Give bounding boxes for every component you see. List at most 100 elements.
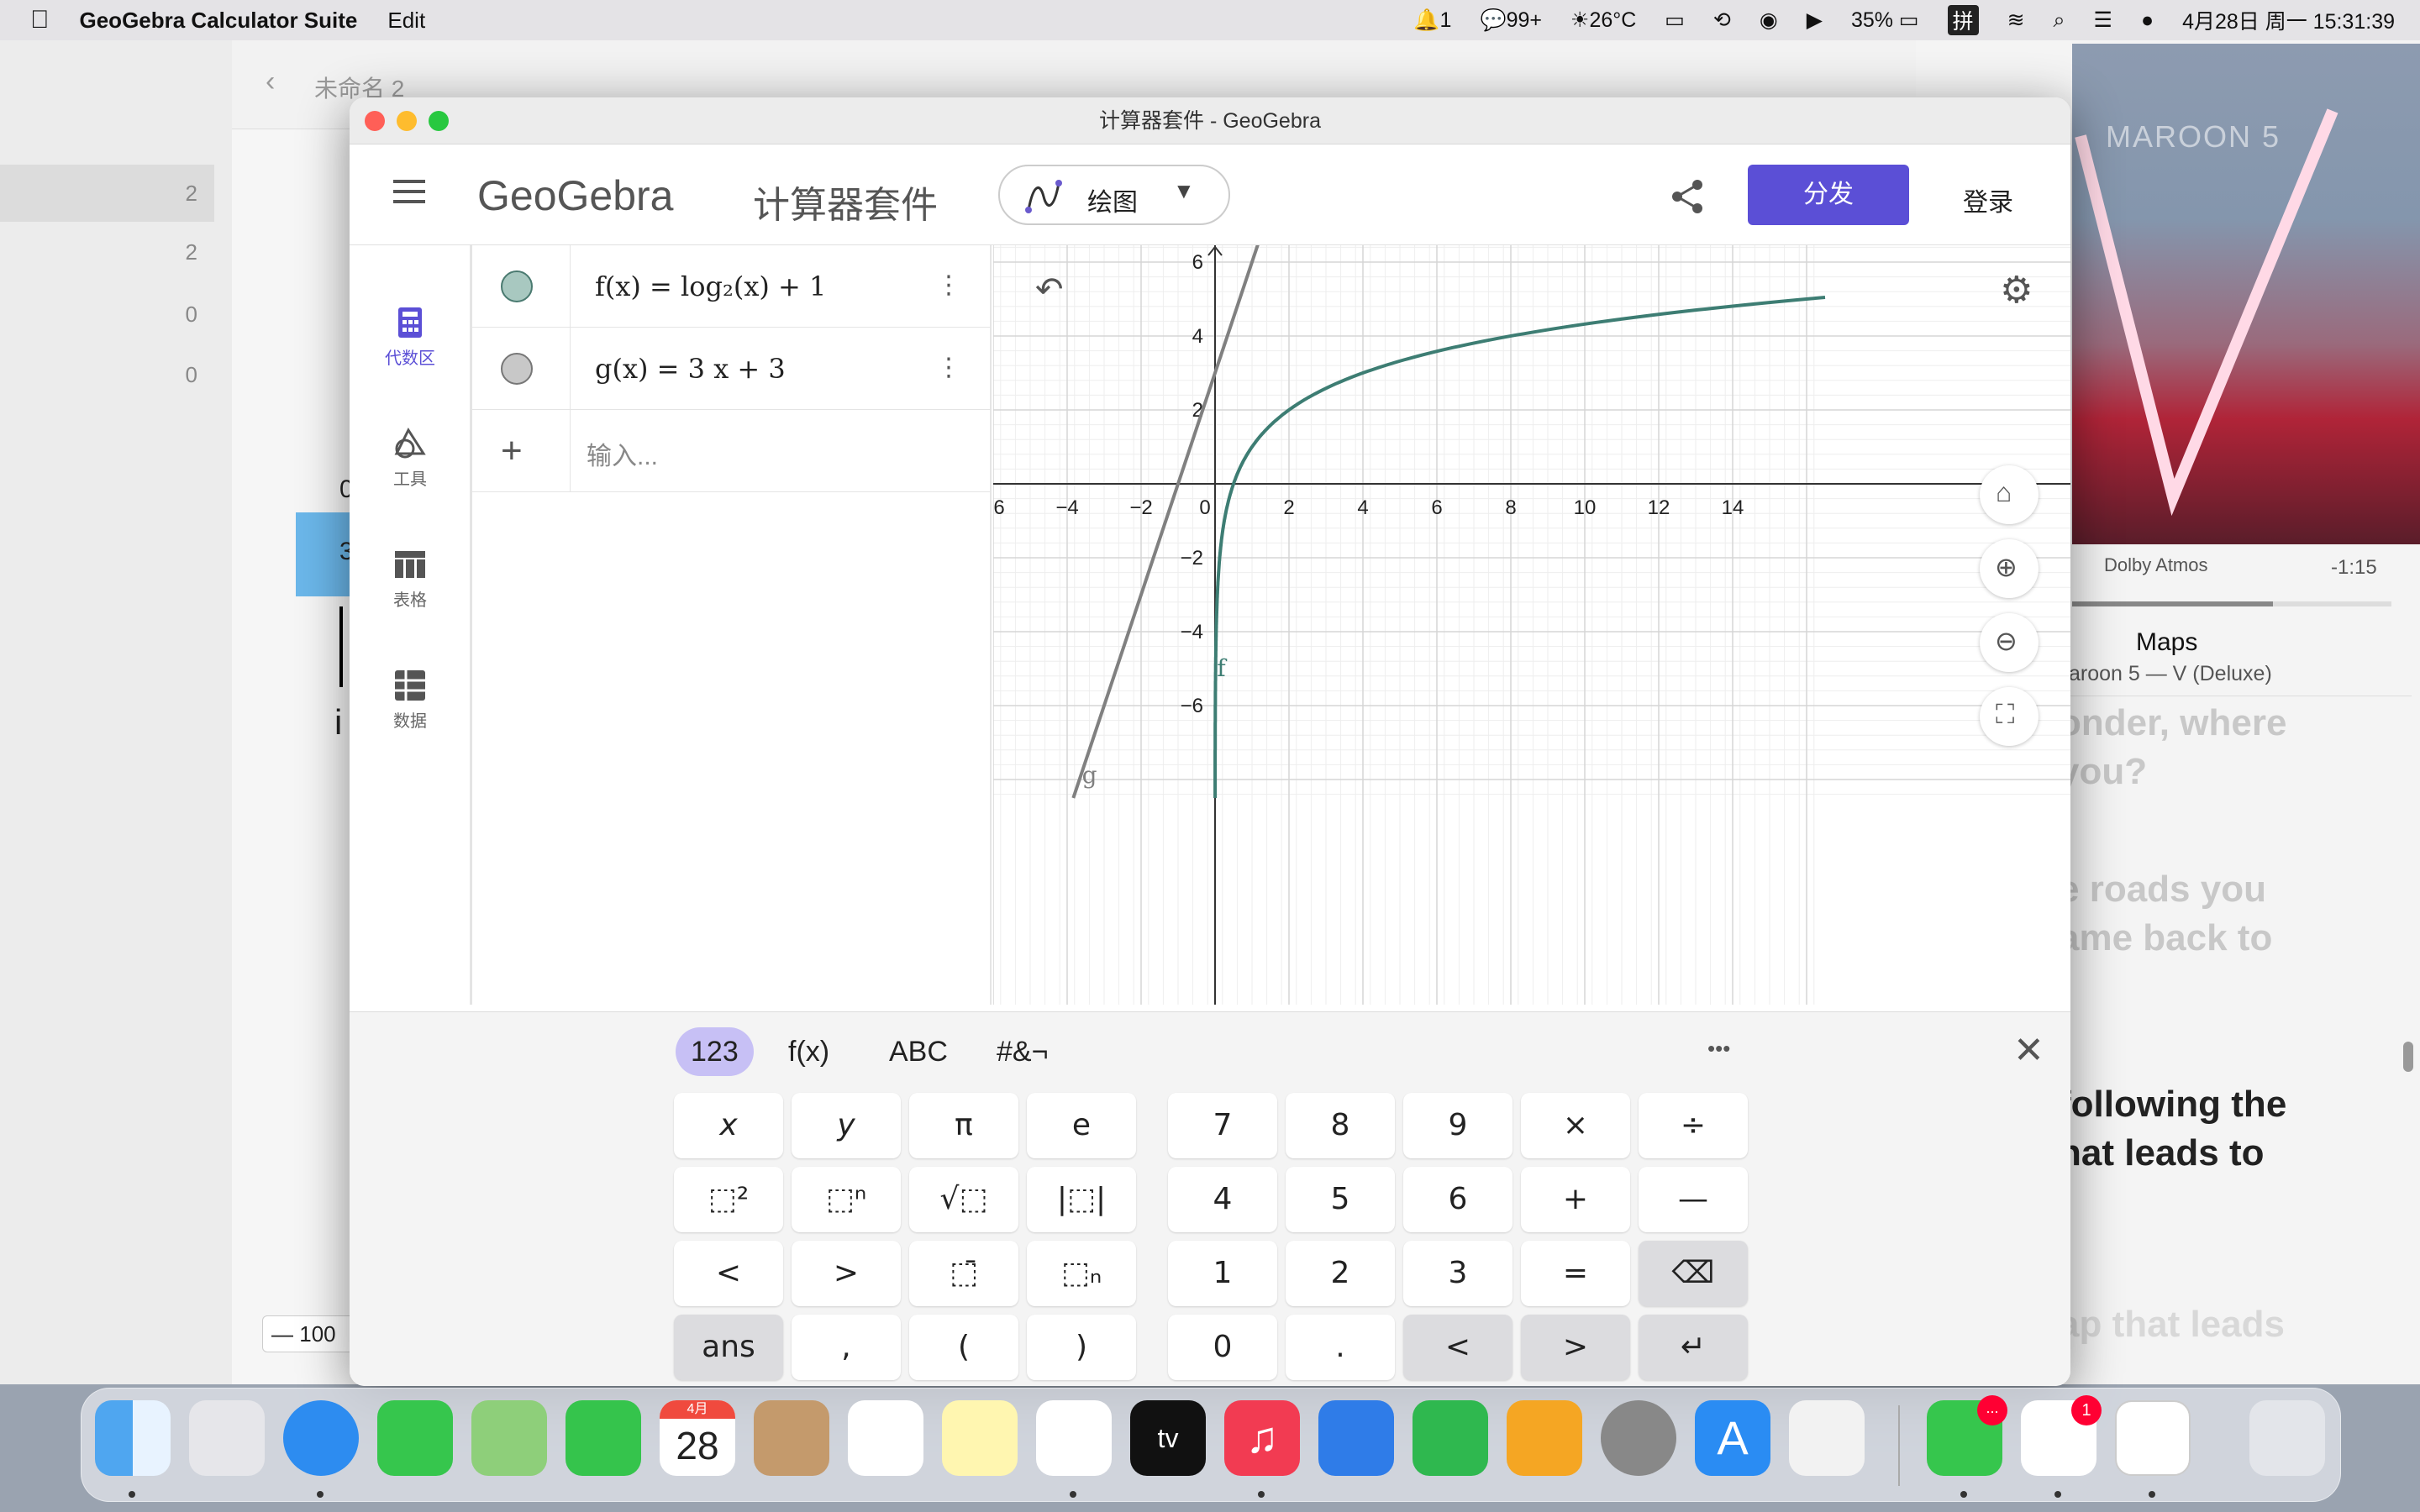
kb-more-icon[interactable]: •••: [1707, 1036, 1730, 1062]
zoom-in-button[interactable]: ⊕: [1980, 539, 2039, 598]
gear-icon[interactable]: ⚙: [2000, 269, 2033, 312]
spotlight-icon[interactable]: ⌕: [2054, 8, 2065, 33]
kb-key[interactable]: ans: [674, 1315, 783, 1380]
launchpad-icon[interactable]: [189, 1400, 265, 1476]
zoom-window-button[interactable]: [429, 111, 449, 131]
qq-status[interactable]: 🔔1: [1413, 8, 1451, 33]
add-icon[interactable]: +: [501, 430, 523, 472]
fullscreen-button[interactable]: ⛶: [1980, 687, 2039, 746]
kb-tab-symbols[interactable]: #&¬: [981, 1027, 1063, 1076]
kb-key[interactable]: <: [674, 1241, 783, 1306]
battery-status[interactable]: 35% ▭: [1851, 8, 1919, 33]
more-vert-icon[interactable]: ⋮: [936, 270, 961, 300]
scrollbar-thumb[interactable]: [2403, 1042, 2413, 1072]
publish-button[interactable]: 分发: [1748, 165, 1909, 225]
bg-cell[interactable]: 3: [296, 512, 354, 596]
bg-row[interactable]: 2: [0, 165, 214, 222]
bg-zoom-field[interactable]: — 100: [262, 1315, 355, 1352]
nav-tools[interactable]: 工具: [350, 427, 471, 490]
apple-icon[interactable]: : [30, 6, 50, 34]
kb-key[interactable]: ⬚²: [674, 1167, 783, 1232]
kb-tab-fx[interactable]: f(x): [773, 1027, 844, 1076]
kb-tab-123[interactable]: 123: [676, 1027, 754, 1076]
kb-key[interactable]: ,: [792, 1315, 901, 1380]
kb-key[interactable]: ⌫: [1639, 1241, 1748, 1306]
graph-canvas[interactable]: −10−8−6−4−202468101214−6−4−2246810gf: [993, 245, 2070, 1005]
more-vert-icon[interactable]: ⋮: [936, 353, 961, 382]
kb-key[interactable]: >: [792, 1241, 901, 1306]
reminders-icon[interactable]: [848, 1400, 923, 1476]
kb-key[interactable]: <: [1403, 1315, 1512, 1380]
bg-row[interactable]: 0: [0, 286, 214, 343]
kb-key[interactable]: ⬚ⁿ: [792, 1167, 901, 1232]
facetime-icon[interactable]: [566, 1400, 641, 1476]
kb-key[interactable]: ÷: [1639, 1093, 1748, 1158]
expression-g[interactable]: g(x) = 3 x + 3: [595, 328, 786, 410]
music-icon[interactable]: ♫: [1224, 1400, 1300, 1476]
kb-key[interactable]: |⬚|: [1027, 1167, 1136, 1232]
kb-key[interactable]: .: [1286, 1315, 1395, 1380]
kb-tab-abc[interactable]: ABC: [874, 1027, 963, 1076]
notes-icon[interactable]: [942, 1400, 1018, 1476]
keynote-icon[interactable]: [1318, 1400, 1394, 1476]
kb-key[interactable]: +: [1521, 1167, 1630, 1232]
kb-key[interactable]: π: [909, 1093, 1018, 1158]
clock[interactable]: 4月28日 周一 15:31:39: [2182, 5, 2395, 35]
algebra-row-f[interactable]: f(x) = log₂(x) + 1 ⋮: [471, 245, 992, 328]
kb-key[interactable]: 0: [1168, 1315, 1277, 1380]
app-store-icon[interactable]: A: [1695, 1400, 1770, 1476]
trash-icon[interactable]: [2249, 1400, 2325, 1476]
kb-key[interactable]: ⬚̄: [909, 1241, 1018, 1306]
kb-key[interactable]: 2: [1286, 1241, 1395, 1306]
app-mode-dropdown[interactable]: 绘图 ▼: [998, 165, 1230, 225]
zoom-out-button[interactable]: ⊖: [1980, 613, 2039, 672]
freeform-icon[interactable]: [1036, 1400, 1112, 1476]
close-keyboard-icon[interactable]: ✕: [2013, 1029, 2044, 1072]
system-settings-icon[interactable]: [1601, 1400, 1676, 1476]
algebra-input-row[interactable]: + 输入...: [471, 410, 992, 492]
kb-key[interactable]: 5: [1286, 1167, 1395, 1232]
kb-key[interactable]: ): [1027, 1315, 1136, 1380]
control-center-icon[interactable]: ☰: [2094, 8, 2112, 33]
safari-icon[interactable]: [283, 1400, 359, 1476]
siri-icon[interactable]: ●: [2141, 8, 2154, 33]
hamburger-menu-icon[interactable]: [393, 180, 425, 203]
graphics-view[interactable]: −10−8−6−4−202468101214−6−4−2246810gf ↶ ⚙…: [993, 245, 2070, 1005]
kb-key[interactable]: 1: [1168, 1241, 1277, 1306]
kb-key[interactable]: e: [1027, 1093, 1136, 1158]
kb-key[interactable]: =: [1521, 1241, 1630, 1306]
time-machine-icon[interactable]: ⟲: [1713, 8, 1731, 33]
ime-indicator[interactable]: 拼: [1947, 5, 1979, 35]
maps-icon[interactable]: [471, 1400, 547, 1476]
nav-data[interactable]: 数据: [350, 669, 471, 732]
kb-key[interactable]: >: [1521, 1315, 1630, 1380]
numbers-icon[interactable]: [1413, 1400, 1488, 1476]
calendar-icon[interactable]: 4月 28: [660, 1400, 735, 1476]
apple-tv-icon[interactable]: tv: [1130, 1400, 1206, 1476]
kb-key[interactable]: 6: [1403, 1167, 1512, 1232]
kb-key[interactable]: ⬚ₙ: [1027, 1241, 1136, 1306]
kb-key[interactable]: ×: [1521, 1093, 1630, 1158]
expression-f[interactable]: f(x) = log₂(x) + 1: [595, 245, 826, 328]
progress-bar[interactable]: [2072, 601, 2391, 606]
pages-icon[interactable]: [1507, 1400, 1582, 1476]
bg-row[interactable]: 0: [0, 346, 214, 403]
visibility-toggle-f[interactable]: [501, 270, 533, 302]
contacts-icon[interactable]: [754, 1400, 829, 1476]
algebra-row-g[interactable]: g(x) = 3 x + 3 ⋮: [471, 328, 992, 410]
finder-icon[interactable]: [95, 1400, 171, 1476]
share-icon[interactable]: [1669, 178, 1706, 215]
user-icon[interactable]: ◉: [1760, 8, 1778, 33]
nav-algebra[interactable]: 代数区: [350, 306, 471, 369]
home-button[interactable]: ⌂: [1980, 465, 2039, 524]
geogebra-dock-icon[interactable]: [2115, 1400, 2191, 1476]
minimize-window-button[interactable]: [397, 111, 417, 131]
messages-icon[interactable]: [377, 1400, 453, 1476]
kb-key[interactable]: x: [674, 1093, 783, 1158]
kb-key[interactable]: 8: [1286, 1093, 1395, 1158]
wifi-icon[interactable]: ≋: [2007, 8, 2025, 33]
stage-icon[interactable]: ▭: [1665, 8, 1685, 33]
kb-key[interactable]: 9: [1403, 1093, 1512, 1158]
kb-key[interactable]: 7: [1168, 1093, 1277, 1158]
iphone-mirroring-icon[interactable]: [1789, 1400, 1865, 1476]
